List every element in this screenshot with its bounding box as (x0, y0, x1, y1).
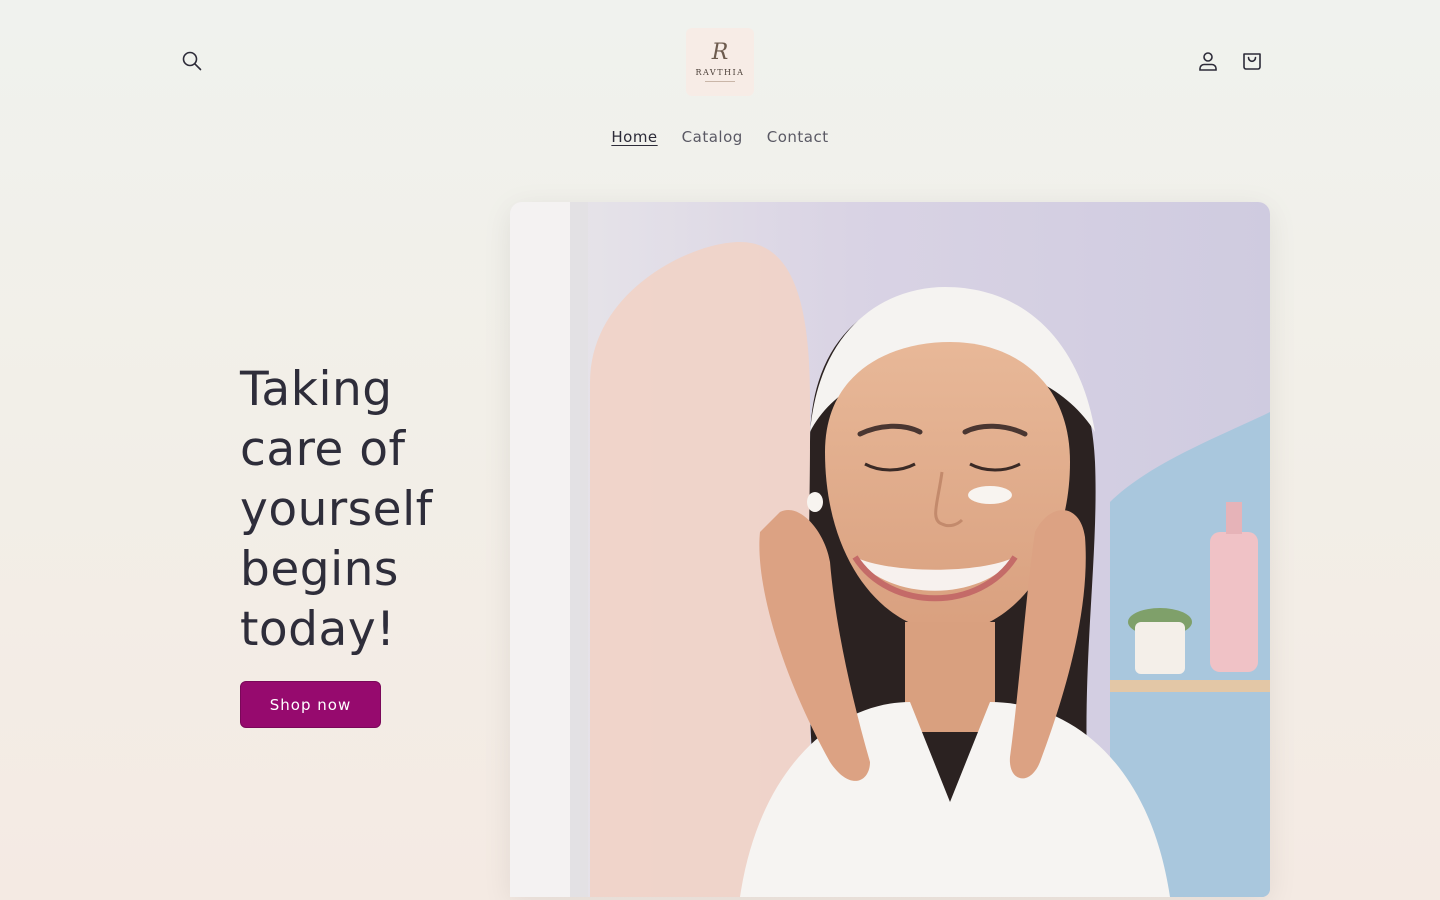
cart-button[interactable] (1230, 41, 1274, 85)
nav-item-contact[interactable]: Contact (755, 125, 841, 149)
hero-image (510, 202, 1270, 897)
search-icon (181, 50, 203, 76)
hero-text: Taking care of yourself begins today! (240, 360, 500, 660)
main-nav: Home Catalog Contact (0, 125, 1440, 149)
logo-mark: R (711, 40, 729, 65)
nav-item-catalog[interactable]: Catalog (670, 125, 755, 149)
nav-item-home[interactable]: Home (599, 125, 669, 149)
hero-heading-line: begins (240, 542, 399, 597)
site-logo[interactable]: R RAVTHIA (686, 28, 754, 96)
cart-icon (1241, 50, 1263, 76)
hero-heading-line: Taking (240, 362, 393, 417)
hero-heading-line: yourself (240, 482, 433, 537)
shop-now-button[interactable]: Shop now (240, 681, 381, 728)
hero-heading-line: care of (240, 422, 406, 477)
account-icon (1197, 50, 1219, 76)
site-header: R RAVTHIA Home Catalog Contact (0, 0, 1440, 170)
logo-text: RAVTHIA (695, 68, 745, 77)
account-button[interactable] (1186, 41, 1230, 85)
search-button[interactable] (170, 41, 214, 85)
logo-divider (705, 81, 735, 82)
hero-heading-line: today! (240, 602, 396, 657)
hero-heading: Taking care of yourself begins today! (240, 360, 500, 660)
